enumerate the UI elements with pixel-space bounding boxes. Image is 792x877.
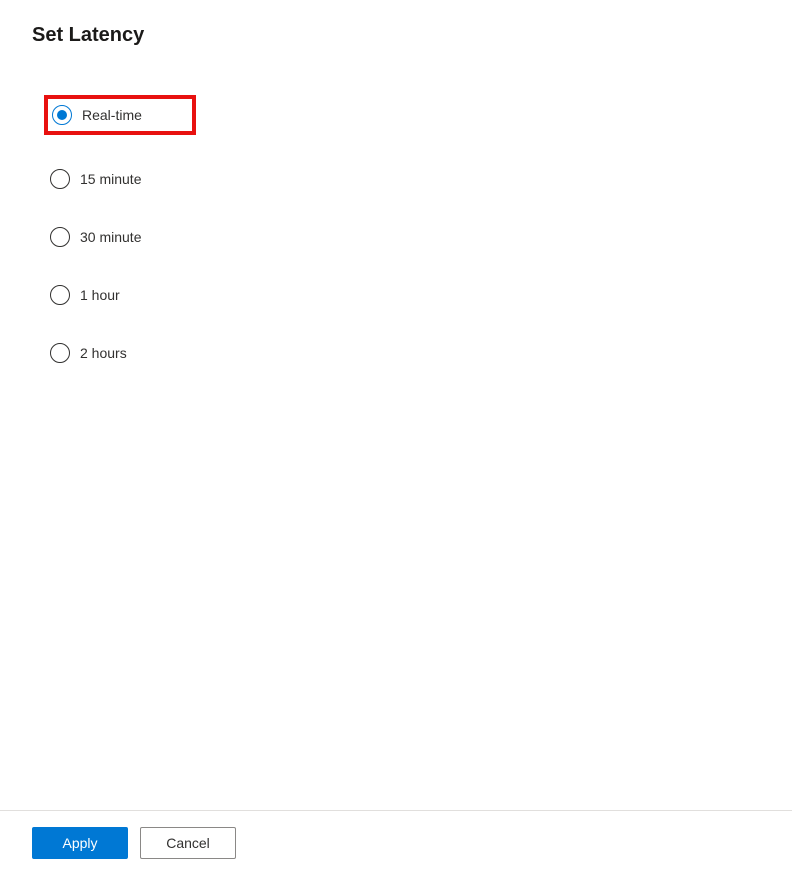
radio-label: 1 hour bbox=[80, 287, 120, 303]
set-latency-panel: Set Latency Real-time 15 minute 30 minut… bbox=[0, 0, 792, 877]
radio-icon bbox=[52, 105, 72, 125]
radio-icon bbox=[50, 285, 70, 305]
radio-option-1-hour[interactable]: 1 hour bbox=[48, 281, 128, 309]
radio-icon bbox=[50, 227, 70, 247]
panel-footer: Apply Cancel bbox=[0, 810, 792, 877]
radio-option-30-minute[interactable]: 30 minute bbox=[48, 223, 149, 251]
radio-option-15-minute[interactable]: 15 minute bbox=[48, 165, 149, 193]
panel-title: Set Latency bbox=[32, 24, 760, 47]
radio-icon bbox=[50, 343, 70, 363]
radio-option-2-hours[interactable]: 2 hours bbox=[48, 339, 135, 367]
latency-options: Real-time 15 minute 30 minute 1 hour 2 h… bbox=[32, 95, 760, 367]
radio-label: Real-time bbox=[82, 107, 142, 123]
apply-button[interactable]: Apply bbox=[32, 827, 128, 859]
cancel-button[interactable]: Cancel bbox=[140, 827, 236, 859]
radio-option-real-time[interactable]: Real-time bbox=[44, 95, 196, 135]
radio-label: 2 hours bbox=[80, 345, 127, 361]
radio-label: 15 minute bbox=[80, 171, 141, 187]
radio-icon bbox=[50, 169, 70, 189]
radio-label: 30 minute bbox=[80, 229, 141, 245]
panel-content: Set Latency Real-time 15 minute 30 minut… bbox=[0, 0, 792, 810]
